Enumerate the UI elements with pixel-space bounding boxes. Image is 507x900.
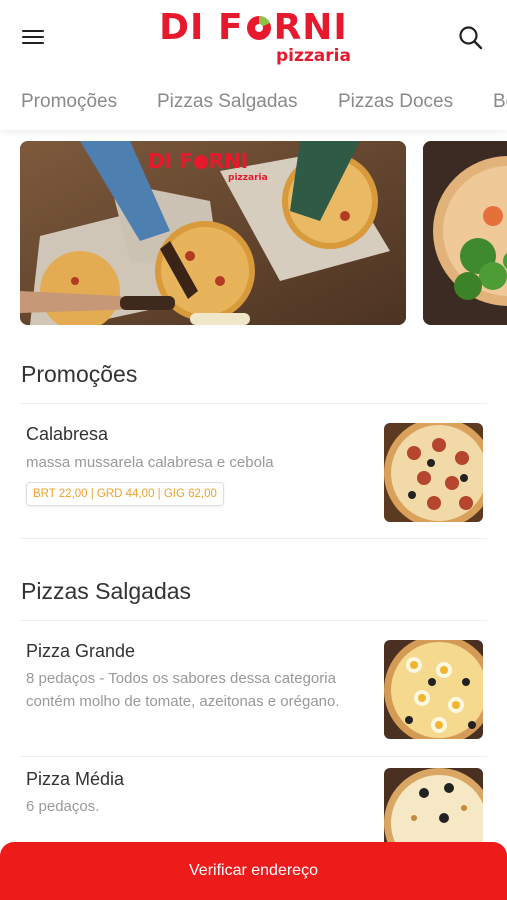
tab-promocoes[interactable]: Promoções	[21, 91, 117, 113]
banner-logo: DI F RNI	[148, 149, 249, 173]
section-title-pizzas-salgadas: Pizzas Salgadas	[21, 578, 192, 604]
item-name: Pizza Grande	[26, 641, 136, 661]
item-description: massa mussarela calabresa e cebola	[26, 454, 274, 471]
tab-bebidas[interactable]: Be	[493, 91, 507, 113]
search-icon[interactable]	[457, 24, 485, 52]
pizza-grande-image	[384, 640, 483, 739]
tab-pizzas-salgadas[interactable]: Pizzas Salgadas	[157, 91, 297, 113]
pizza-calabresa-image	[384, 423, 483, 522]
banner-carousel[interactable]: DI F RNI pizzaria	[0, 141, 507, 326]
menu-item-calabresa[interactable]: Calabresa massa mussarela calabresa e ce…	[0, 404, 507, 538]
menu-item-pizza-grande[interactable]: Pizza Grande 8 pedaços - Todos os sabore…	[0, 621, 507, 756]
divider	[21, 538, 487, 539]
verify-address-button[interactable]: Verificar endereço	[0, 842, 507, 900]
menu-item-pizza-media[interactable]: Pizza Média 6 pedaços.	[0, 757, 507, 867]
item-description: 8 pedaços - Todos os sabores dessa categ…	[26, 670, 340, 710]
banner-image-pizza-broccoli[interactable]	[423, 141, 507, 325]
item-name: Pizza Média	[26, 769, 125, 789]
tab-pizzas-doces[interactable]: Pizzas Doces	[338, 91, 453, 113]
price-tag: BRT 22,00 | GRD 44,00 | GIG 62,00	[26, 482, 224, 506]
item-name: Calabresa	[26, 424, 109, 444]
category-tabs: Promoções Pizzas Salgadas Pizzas Doces B…	[0, 75, 507, 130]
item-description: 6 pedaços.	[26, 798, 100, 815]
app-header: DI F RNI pizzaria	[0, 0, 507, 75]
section-title-promocoes: Promoções	[21, 361, 138, 387]
brand-logo: DI F RNI pizzaria	[159, 7, 351, 67]
pizza-slice-logo-icon	[246, 15, 271, 40]
banner-image-friends-pizza[interactable]: DI F RNI pizzaria	[20, 141, 406, 325]
